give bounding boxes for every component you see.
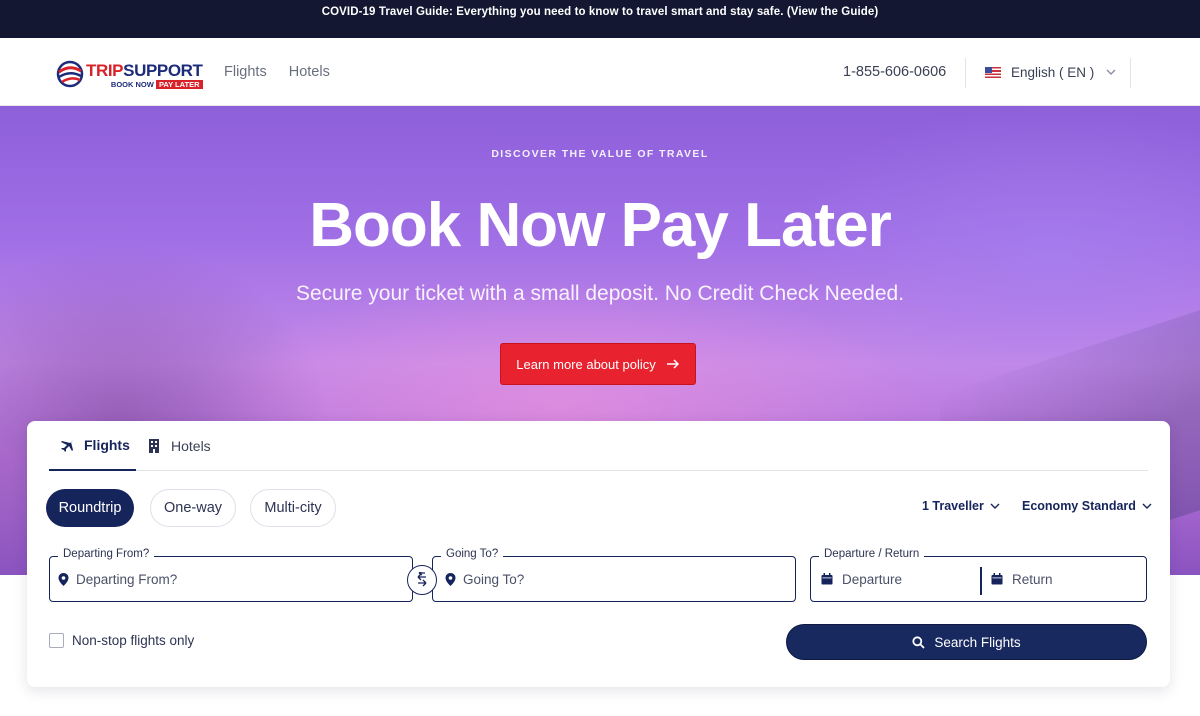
top-banner: COVID-19 Travel Guide: Everything you ne… <box>0 0 1200 38</box>
departure-placeholder: Departure <box>842 571 903 587</box>
chevron-down-icon <box>990 503 1000 509</box>
location-pin-icon <box>445 572 456 586</box>
tripsupport-logo[interactable]: TRIPSUPPORT BOOK NOW PAY LATER <box>56 60 203 94</box>
nav-flights[interactable]: Flights <box>224 64 267 80</box>
nonstop-checkbox[interactable] <box>49 633 64 648</box>
hero-subtitle: Secure your ticket with a small deposit.… <box>295 282 905 305</box>
departing-from-placeholder: Departing From? <box>76 571 178 587</box>
language-label: English ( EN ) <box>1011 64 1095 80</box>
header-divider <box>1130 58 1131 88</box>
header-divider <box>965 58 966 88</box>
site-header: TRIPSUPPORT BOOK NOW PAY LATER Flights H… <box>0 38 1200 106</box>
search-flights-button[interactable]: Search Flights <box>786 624 1147 660</box>
nonstop-option: Non-stop flights only <box>49 633 194 648</box>
travellers-value: 1 Traveller <box>922 499 984 513</box>
tab-hotels-label: Hotels <box>171 438 211 454</box>
arrow-right-icon <box>666 359 679 369</box>
travellers-dropdown[interactable]: 1 Traveller <box>922 499 1000 513</box>
return-date-input[interactable]: Return <box>991 557 1053 601</box>
location-pin-icon <box>58 572 69 586</box>
departure-date-input[interactable]: Departure <box>821 557 902 601</box>
building-icon <box>149 439 159 453</box>
tab-hotels[interactable]: Hotels <box>146 421 211 471</box>
calendar-icon <box>991 573 1003 585</box>
learn-more-label: Learn more about policy <box>516 356 656 372</box>
logo-brand-right: SUPPORT <box>123 61 203 80</box>
calendar-icon <box>821 573 833 585</box>
swap-locations-button[interactable] <box>407 565 437 595</box>
logo-brand-left: TRIP <box>86 61 124 80</box>
cabin-class-dropdown[interactable]: Economy Standard <box>1022 499 1152 513</box>
main-nav: Flights Hotels <box>224 38 330 106</box>
going-to-input[interactable]: Going To? <box>441 557 787 601</box>
going-to-field[interactable]: Going To? Going To? <box>432 548 796 602</box>
chevron-down-icon <box>1106 69 1116 75</box>
tab-flights[interactable]: Flights <box>49 421 136 471</box>
search-flights-label: Search Flights <box>934 634 1021 650</box>
hero-title: Book Now Pay Later <box>309 191 891 260</box>
nav-hotels[interactable]: Hotels <box>289 64 330 80</box>
plane-icon <box>61 440 74 452</box>
us-flag-icon <box>985 66 1001 78</box>
cabin-class-value: Economy Standard <box>1022 499 1136 513</box>
multi-city-button[interactable]: Multi-city <box>250 489 336 527</box>
learn-more-policy-button[interactable]: Learn more about policy <box>500 343 696 385</box>
hero-eyebrow: DISCOVER THE VALUE OF TRAVEL <box>491 148 709 160</box>
departing-from-input[interactable]: Departing From? <box>58 557 404 601</box>
going-to-placeholder: Going To? <box>463 571 525 587</box>
one-way-button[interactable]: One-way <box>150 489 236 527</box>
swap-arrows-icon <box>417 572 427 587</box>
chevron-down-icon <box>1142 503 1152 509</box>
return-placeholder: Return <box>1012 571 1053 587</box>
tab-flights-label: Flights <box>84 437 130 453</box>
search-icon <box>912 635 925 649</box>
covid-guide-link[interactable]: COVID-19 Travel Guide: Everything you ne… <box>322 6 879 18</box>
roundtrip-button[interactable]: Roundtrip <box>46 489 134 527</box>
date-divider <box>980 567 982 595</box>
flight-search-card: Flights Hotels Roundtrip One-way Multi-c… <box>27 421 1170 687</box>
phone-number[interactable]: 1-855-606-0606 <box>843 38 946 106</box>
logo-tagline-right: PAY LATER <box>155 80 203 89</box>
globe-logo-icon <box>56 60 84 88</box>
date-range-field[interactable]: Departure / Return Departure Return <box>810 548 1147 602</box>
nonstop-label[interactable]: Non-stop flights only <box>72 633 194 648</box>
language-selector[interactable]: English ( EN ) <box>985 38 1118 106</box>
departing-from-field[interactable]: Departing From? Departing From? <box>49 548 413 602</box>
logo-tagline-left: BOOK NOW <box>110 80 154 89</box>
search-tabs: Flights Hotels <box>49 421 1148 471</box>
